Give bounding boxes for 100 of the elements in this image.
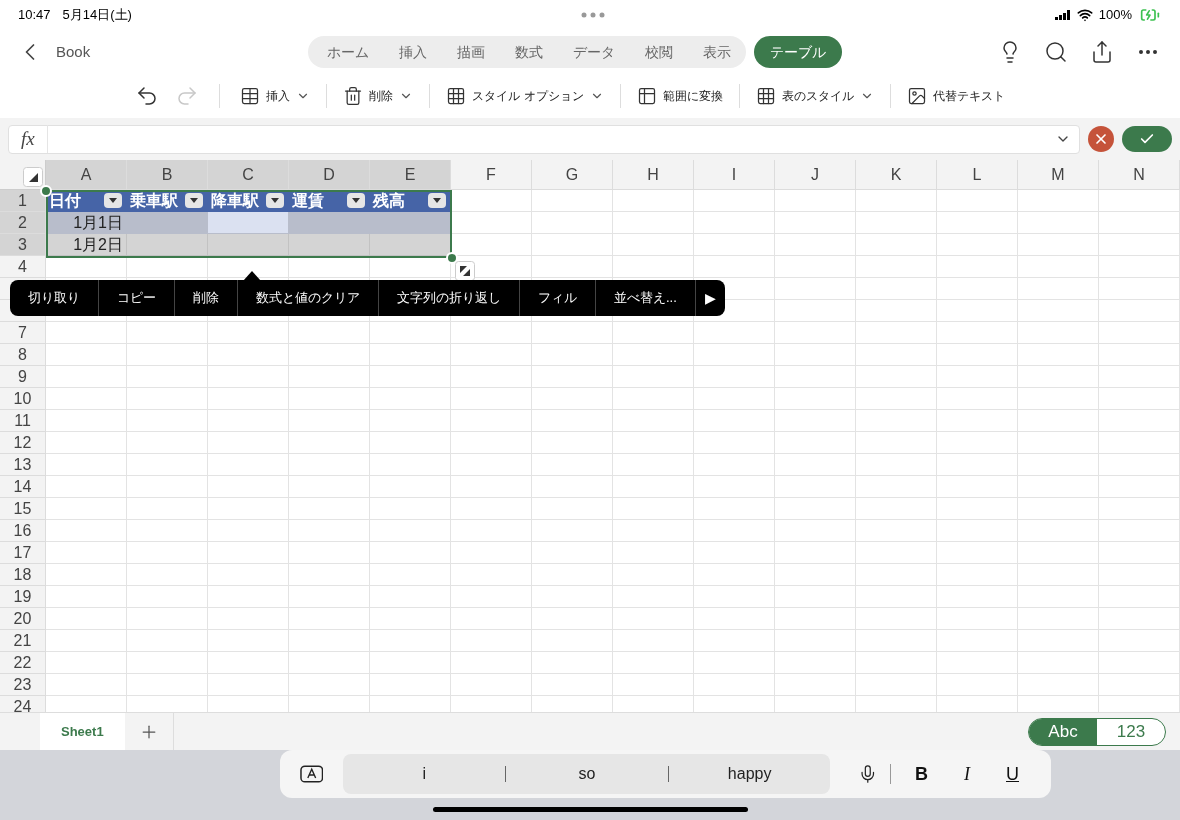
- word-suggestion[interactable]: happy: [668, 762, 831, 786]
- format-button[interactable]: I: [952, 760, 982, 788]
- column-header[interactable]: K: [856, 160, 937, 190]
- table-header-cell[interactable]: 乗車駅: [127, 190, 208, 212]
- input-mode-option[interactable]: 123: [1097, 718, 1165, 745]
- table-header-cell[interactable]: 運賃: [289, 190, 370, 212]
- toolbar-button[interactable]: 挿入: [232, 82, 319, 110]
- row-header[interactable]: 8: [0, 344, 46, 366]
- context-menu-item[interactable]: 数式と値のクリア: [238, 280, 379, 316]
- column-header[interactable]: F: [451, 160, 532, 190]
- table-cell[interactable]: [208, 212, 289, 234]
- share-icon[interactable]: [1090, 40, 1114, 64]
- ribbon-tab[interactable]: 数式: [500, 36, 558, 68]
- column-header[interactable]: H: [613, 160, 694, 190]
- toolbar-button[interactable]: 削除: [335, 82, 422, 110]
- row-header[interactable]: 24: [0, 696, 46, 712]
- row-header[interactable]: 12: [0, 432, 46, 454]
- row-header[interactable]: 4: [0, 256, 46, 278]
- column-header[interactable]: C: [208, 160, 289, 190]
- close-icon: [1093, 131, 1109, 147]
- input-mode-option[interactable]: Abc: [1029, 718, 1097, 745]
- table-cell[interactable]: [127, 234, 208, 256]
- word-suggestion[interactable]: so: [506, 762, 668, 786]
- column-header[interactable]: B: [127, 160, 208, 190]
- ribbon-tab[interactable]: テーブル: [754, 36, 842, 68]
- toolbar-button[interactable]: 代替テキスト: [898, 82, 1013, 110]
- formula-field[interactable]: fx: [8, 124, 1080, 154]
- table-cell[interactable]: [370, 234, 451, 256]
- column-header[interactable]: I: [694, 160, 775, 190]
- cancel-button[interactable]: [1088, 126, 1114, 152]
- ribbon-tab[interactable]: ホーム: [312, 36, 384, 68]
- keyboard-text-icon[interactable]: [300, 765, 324, 783]
- format-button[interactable]: B: [903, 760, 940, 788]
- table-cell[interactable]: [289, 212, 370, 234]
- column-header[interactable]: D: [289, 160, 370, 190]
- table-icon: [240, 86, 261, 106]
- row-header[interactable]: 10: [0, 388, 46, 410]
- row-header[interactable]: 20: [0, 608, 46, 630]
- row-header[interactable]: 3: [0, 234, 46, 256]
- toolbar-button[interactable]: スタイル オプション: [438, 82, 612, 110]
- word-suggestion[interactable]: i: [343, 762, 506, 786]
- table-header-cell[interactable]: 降車駅: [208, 190, 289, 212]
- table-cell[interactable]: 1月2日: [46, 234, 127, 256]
- confirm-button[interactable]: [1122, 126, 1172, 152]
- row-header[interactable]: 22: [0, 652, 46, 674]
- toolbar-button[interactable]: 範囲に変換: [628, 82, 731, 110]
- context-menu-item[interactable]: 切り取り: [10, 280, 99, 316]
- filter-dropdown-icon[interactable]: [104, 193, 122, 208]
- row-header[interactable]: 14: [0, 476, 46, 498]
- context-menu-item[interactable]: 並べ替え...: [596, 280, 696, 316]
- row-header[interactable]: 7: [0, 322, 46, 344]
- filter-dropdown-icon[interactable]: [428, 193, 446, 208]
- table-cell[interactable]: [289, 234, 370, 256]
- context-menu-item[interactable]: 削除: [175, 280, 238, 316]
- table-cell[interactable]: [127, 212, 208, 234]
- battery-percent: 100%: [1098, 6, 1132, 25]
- select-all-corner[interactable]: [0, 160, 46, 190]
- table-cell[interactable]: [208, 234, 289, 256]
- table-cell[interactable]: 1月1日: [46, 212, 127, 234]
- column-header[interactable]: G: [532, 160, 613, 190]
- row-header[interactable]: 2: [0, 212, 46, 234]
- table-resize-icon[interactable]: [455, 261, 475, 281]
- column-header[interactable]: N: [1099, 160, 1180, 190]
- row-header[interactable]: 1: [0, 190, 46, 212]
- toolbar-button[interactable]: 表のスタイル: [747, 82, 882, 110]
- ribbon-tab[interactable]: 表示: [688, 36, 746, 68]
- row-header[interactable]: 19: [0, 586, 46, 608]
- row-header[interactable]: 16: [0, 520, 46, 542]
- filter-dropdown-icon[interactable]: [266, 193, 284, 208]
- status-time: 10:47: [18, 6, 51, 25]
- column-header[interactable]: L: [937, 160, 1018, 190]
- sheet-tab[interactable]: Sheet1: [40, 713, 125, 750]
- ribbon-tab[interactable]: 描画: [442, 36, 500, 68]
- back-button[interactable]: Book: [16, 38, 91, 66]
- context-menu-item[interactable]: フィル: [520, 280, 596, 316]
- row-header[interactable]: 23: [0, 674, 46, 696]
- signal-icon: [1054, 10, 1071, 20]
- row-header[interactable]: 15: [0, 498, 46, 520]
- row-header[interactable]: 17: [0, 542, 46, 564]
- select-all-icon: [23, 167, 43, 187]
- format-button[interactable]: U: [994, 760, 1031, 788]
- column-header[interactable]: M: [1018, 160, 1099, 190]
- ribbon-tab[interactable]: 挿入: [384, 36, 442, 68]
- filter-dropdown-icon[interactable]: [185, 193, 203, 208]
- column-header[interactable]: E: [370, 160, 451, 190]
- context-menu-more[interactable]: ▶: [695, 280, 725, 316]
- column-header[interactable]: A: [46, 160, 127, 190]
- row-header[interactable]: 9: [0, 366, 46, 388]
- ribbon-tab[interactable]: データ: [558, 36, 630, 68]
- table-cell[interactable]: [370, 212, 451, 234]
- row-header[interactable]: 13: [0, 454, 46, 476]
- column-header[interactable]: J: [775, 160, 856, 190]
- filter-dropdown-icon[interactable]: [347, 193, 365, 208]
- ribbon-tab[interactable]: 校閲: [630, 36, 688, 68]
- row-header[interactable]: 21: [0, 630, 46, 652]
- context-menu-item[interactable]: コピー: [99, 280, 175, 316]
- row-header[interactable]: 18: [0, 564, 46, 586]
- context-menu-item[interactable]: 文字列の折り返し: [379, 280, 520, 316]
- search-icon[interactable]: [1044, 40, 1068, 64]
- row-header[interactable]: 11: [0, 410, 46, 432]
